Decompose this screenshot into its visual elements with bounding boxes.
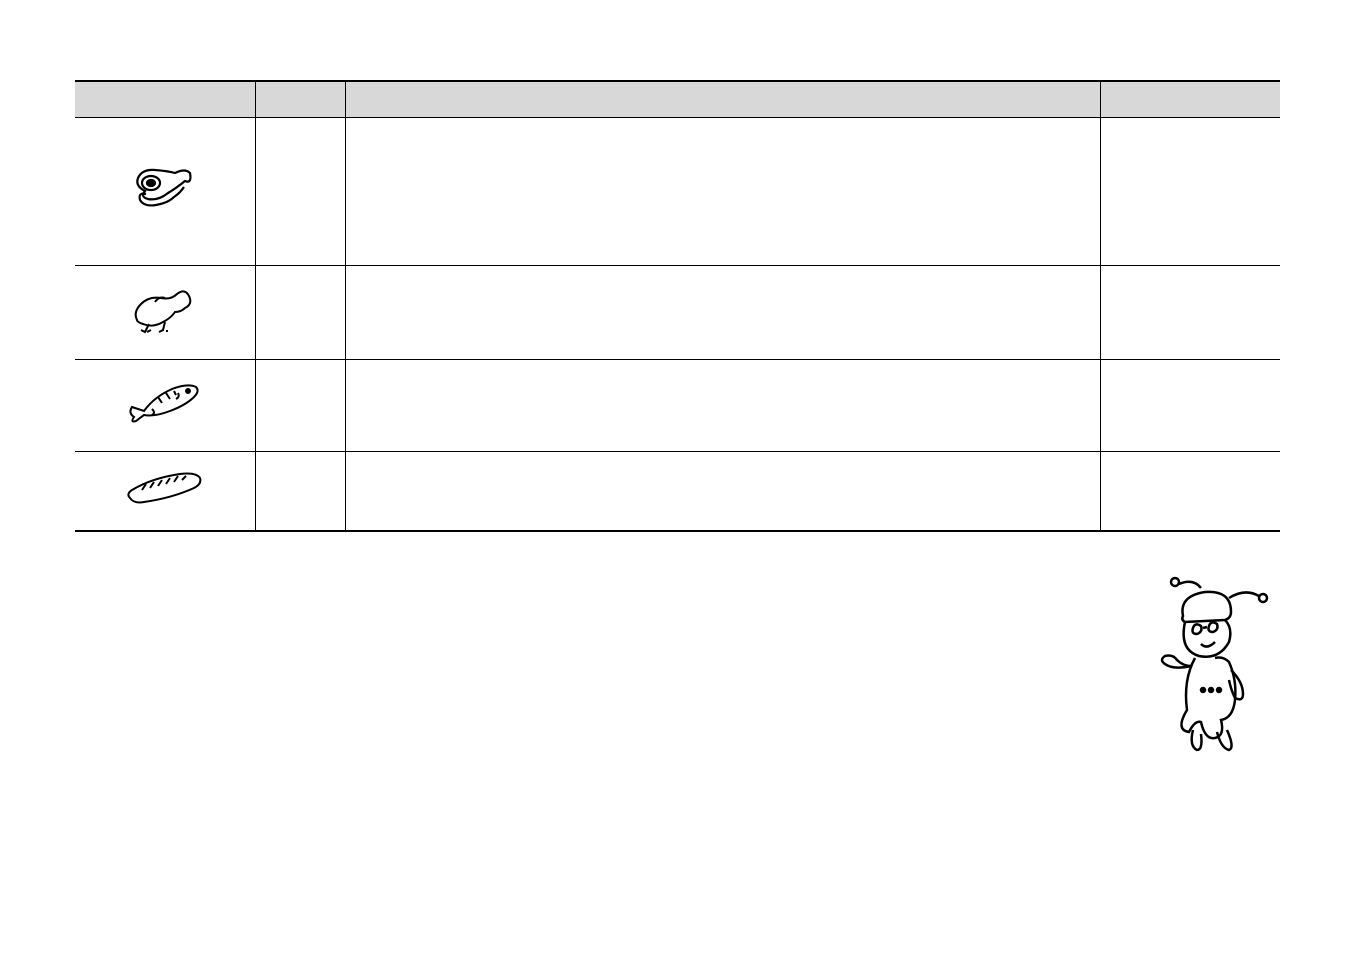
table-row — [75, 117, 1280, 265]
chicken-icon — [127, 282, 202, 342]
table-header-row — [75, 81, 1280, 117]
table-cell — [1100, 451, 1280, 531]
food-icon-cell — [75, 265, 255, 359]
table-cell — [1100, 359, 1280, 451]
table-cell — [255, 359, 345, 451]
table-cell — [255, 117, 345, 265]
table-cell — [1100, 117, 1280, 265]
table-header-1 — [75, 81, 255, 117]
table-cell — [345, 359, 1100, 451]
food-icon-cell — [75, 117, 255, 265]
table-cell — [1100, 265, 1280, 359]
table-cell — [345, 265, 1100, 359]
food-icon-cell — [75, 451, 255, 531]
table-row — [75, 265, 1280, 359]
table-cell — [345, 451, 1100, 531]
table-row — [75, 451, 1280, 531]
table-cell — [345, 117, 1100, 265]
table-header-2 — [255, 81, 345, 117]
fish-icon — [122, 375, 207, 435]
table-header-4 — [1100, 81, 1280, 117]
bread-icon — [122, 468, 207, 513]
food-table — [75, 80, 1280, 532]
table-cell — [255, 451, 345, 531]
table-row — [75, 359, 1280, 451]
food-icon-cell — [75, 359, 255, 451]
character-mascot — [1135, 570, 1275, 765]
table-header-3 — [345, 81, 1100, 117]
steak-icon — [130, 161, 200, 221]
table-cell — [255, 265, 345, 359]
